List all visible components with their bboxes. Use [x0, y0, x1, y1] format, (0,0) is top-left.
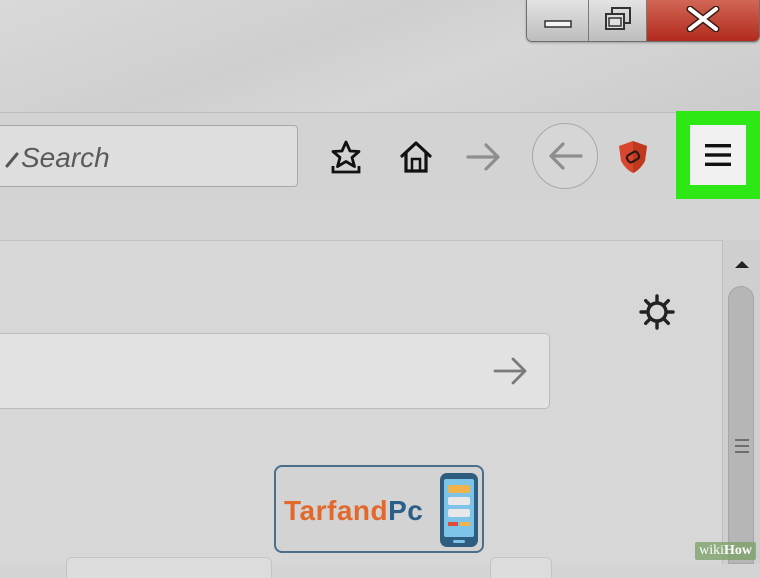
home-icon — [400, 141, 432, 173]
wikihow-watermark: wikiHow — [695, 542, 756, 560]
page-content: TarfandPc — [0, 240, 722, 578]
gear-icon[interactable] — [638, 293, 676, 331]
search-input[interactable]: Search — [0, 125, 298, 187]
forward-button[interactable] — [462, 137, 506, 177]
close-button[interactable] — [647, 0, 759, 41]
navigation-toolbar: Search — [0, 111, 760, 205]
back-icon — [549, 142, 583, 170]
chevron-up-icon — [735, 261, 749, 268]
home-button[interactable] — [396, 137, 436, 177]
vertical-scrollbar[interactable] — [722, 240, 760, 564]
search-placeholder: Search — [21, 142, 110, 173]
forward-icon — [466, 143, 500, 171]
scroll-up-button[interactable] — [723, 246, 760, 282]
bookmarks-button[interactable] — [326, 137, 366, 177]
title-bar — [0, 0, 760, 112]
phone-icon — [440, 473, 478, 547]
menu-icon — [705, 144, 731, 166]
close-icon — [686, 6, 720, 32]
minimize-icon — [543, 20, 572, 28]
scroll-thumb[interactable] — [728, 286, 754, 564]
bookmarks-icon — [331, 140, 361, 174]
minimize-button[interactable] — [527, 0, 589, 41]
tarfandpc-logo: TarfandPc — [274, 465, 484, 553]
shield-icon — [619, 141, 647, 173]
shortcut-tile[interactable] — [490, 557, 552, 578]
logo-text-part1: Tarfand — [284, 495, 389, 526]
arrow-right-icon[interactable] — [491, 354, 531, 388]
back-button[interactable] — [532, 123, 598, 189]
logo-text-part2: Pc — [388, 495, 424, 526]
restore-button[interactable] — [589, 0, 647, 41]
restore-icon — [604, 7, 631, 30]
grip-icon — [735, 439, 749, 453]
menu-button[interactable] — [690, 125, 746, 185]
content-search-input[interactable] — [0, 333, 550, 409]
window-controls — [526, 0, 760, 42]
shield-extension-button[interactable] — [616, 139, 650, 175]
shortcut-tile[interactable] — [66, 557, 272, 578]
search-icon — [5, 152, 19, 168]
